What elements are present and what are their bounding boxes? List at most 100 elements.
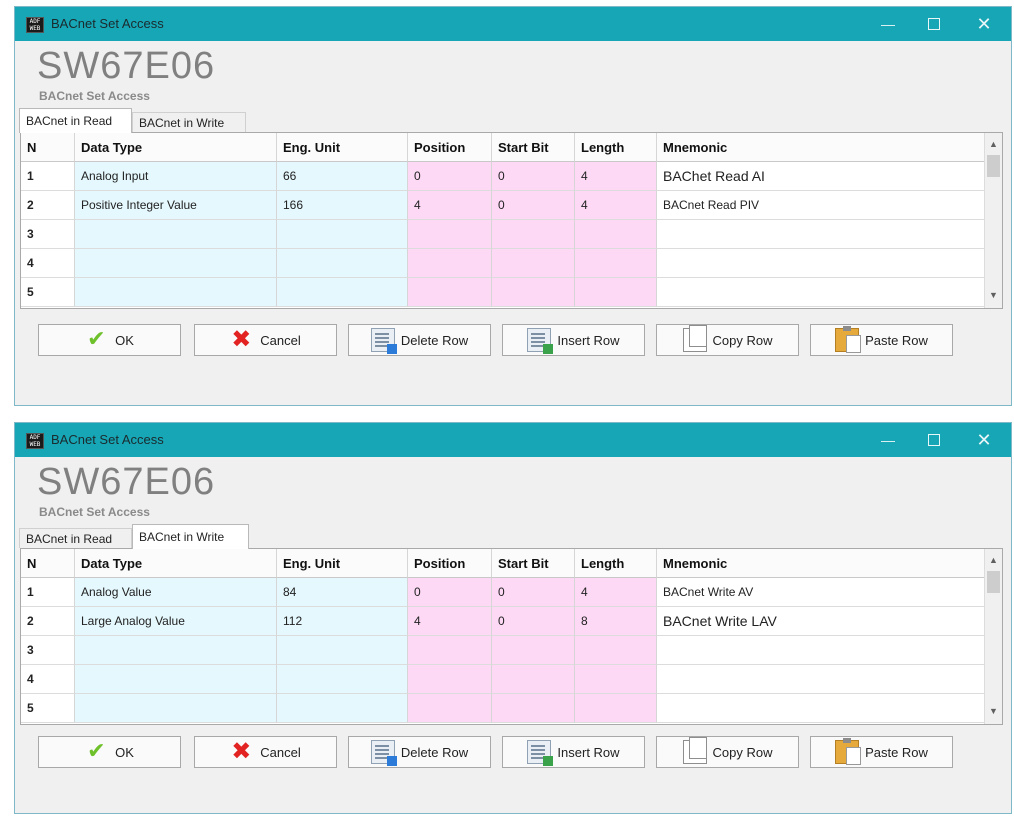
insert-row-button[interactable]: Insert Row — [502, 324, 645, 356]
cell-col-data-type[interactable]: Analog Value — [75, 578, 277, 607]
close-icon[interactable]: ✕ — [961, 7, 1007, 41]
vertical-scrollbar[interactable]: ▲ ▼ — [984, 133, 1002, 308]
header-col-mnemonic[interactable]: Mnemonic — [657, 549, 987, 578]
title-bar[interactable]: ADF WEB BACnet Set Access — ✕ — [15, 7, 1011, 41]
cell-col-eng-unit[interactable] — [277, 278, 408, 307]
cell-col-length[interactable] — [575, 249, 657, 278]
cell-col-eng-unit[interactable]: 66 — [277, 162, 408, 191]
tab-bacnet-in-read[interactable]: BACnet in Read — [19, 528, 132, 548]
cancel-button[interactable]: Cancel — [194, 324, 337, 356]
insert-row-button[interactable]: Insert Row — [502, 736, 645, 768]
cell-col-length[interactable] — [575, 694, 657, 723]
cell-col-position[interactable]: 4 — [408, 607, 492, 636]
cell-col-data-type[interactable] — [75, 220, 277, 249]
cell-col-position[interactable]: 0 — [408, 162, 492, 191]
copy-row-button[interactable]: Copy Row — [656, 736, 799, 768]
cell-col-length[interactable] — [575, 665, 657, 694]
cell-col-data-type[interactable] — [75, 694, 277, 723]
cancel-button[interactable]: Cancel — [194, 736, 337, 768]
cell-col-position[interactable] — [408, 694, 492, 723]
cell-col-eng-unit[interactable] — [277, 636, 408, 665]
cell-col-length[interactable]: 4 — [575, 578, 657, 607]
cell-col-eng-unit[interactable] — [277, 694, 408, 723]
cell-col-position[interactable] — [408, 665, 492, 694]
header-col-length[interactable]: Length — [575, 133, 657, 162]
scroll-thumb[interactable] — [987, 571, 1000, 593]
header-col-eng-unit[interactable]: Eng. Unit — [277, 549, 408, 578]
scroll-down-icon[interactable]: ▼ — [985, 703, 1002, 720]
cell-col-start-bit[interactable] — [492, 665, 575, 694]
header-col-n[interactable]: N — [21, 549, 75, 578]
cell-col-position[interactable]: 0 — [408, 578, 492, 607]
delete-row-button[interactable]: Delete Row — [348, 736, 491, 768]
cell-col-data-type[interactable]: Large Analog Value — [75, 607, 277, 636]
cell-col-mnemonic[interactable] — [657, 249, 987, 278]
header-col-position[interactable]: Position — [408, 549, 492, 578]
header-col-eng-unit[interactable]: Eng. Unit — [277, 133, 408, 162]
scroll-down-icon[interactable]: ▼ — [985, 287, 1002, 304]
header-col-start-bit[interactable]: Start Bit — [492, 133, 575, 162]
tab-bacnet-in-write[interactable]: BACnet in Write — [132, 112, 246, 132]
cell-col-eng-unit[interactable] — [277, 220, 408, 249]
cell-col-start-bit[interactable] — [492, 249, 575, 278]
cell-col-start-bit[interactable] — [492, 636, 575, 665]
cell-col-position[interactable] — [408, 249, 492, 278]
header-col-start-bit[interactable]: Start Bit — [492, 549, 575, 578]
cell-col-position[interactable] — [408, 278, 492, 307]
cell-col-mnemonic[interactable] — [657, 278, 987, 307]
cell-col-start-bit[interactable] — [492, 278, 575, 307]
header-col-length[interactable]: Length — [575, 549, 657, 578]
title-bar[interactable]: ADF WEB BACnet Set Access — ✕ — [15, 423, 1011, 457]
ok-button[interactable]: OK — [38, 736, 181, 768]
cell-col-eng-unit[interactable]: 84 — [277, 578, 408, 607]
tab-bacnet-in-write[interactable]: BACnet in Write — [132, 524, 249, 549]
cell-col-mnemonic[interactable] — [657, 694, 987, 723]
scroll-up-icon[interactable]: ▲ — [985, 552, 1002, 569]
header-col-position[interactable]: Position — [408, 133, 492, 162]
ok-button[interactable]: OK — [38, 324, 181, 356]
close-icon[interactable]: ✕ — [961, 423, 1007, 457]
cell-col-data-type[interactable]: Analog Input — [75, 162, 277, 191]
copy-row-button[interactable]: Copy Row — [656, 324, 799, 356]
scroll-up-icon[interactable]: ▲ — [985, 136, 1002, 153]
header-col-data-type[interactable]: Data Type — [75, 133, 277, 162]
cell-col-start-bit[interactable] — [492, 220, 575, 249]
cell-col-position[interactable]: 4 — [408, 191, 492, 220]
maximize-icon[interactable] — [911, 423, 957, 457]
cell-col-data-type[interactable] — [75, 249, 277, 278]
header-col-n[interactable]: N — [21, 133, 75, 162]
minimize-icon[interactable]: — — [865, 423, 911, 457]
cell-col-mnemonic[interactable] — [657, 665, 987, 694]
cell-col-position[interactable] — [408, 636, 492, 665]
cell-col-start-bit[interactable]: 0 — [492, 607, 575, 636]
cell-col-mnemonic[interactable] — [657, 220, 987, 249]
cell-col-eng-unit[interactable]: 112 — [277, 607, 408, 636]
cell-col-length[interactable] — [575, 220, 657, 249]
cell-col-start-bit[interactable] — [492, 694, 575, 723]
header-col-data-type[interactable]: Data Type — [75, 549, 277, 578]
vertical-scrollbar[interactable]: ▲ ▼ — [984, 549, 1002, 724]
cell-col-length[interactable] — [575, 278, 657, 307]
header-col-mnemonic[interactable]: Mnemonic — [657, 133, 987, 162]
minimize-icon[interactable]: — — [865, 7, 911, 41]
cell-col-length[interactable]: 8 — [575, 607, 657, 636]
maximize-icon[interactable] — [911, 7, 957, 41]
cell-col-data-type[interactable] — [75, 636, 277, 665]
cell-col-mnemonic[interactable]: BAChet Read AI — [657, 162, 987, 191]
cell-col-eng-unit[interactable] — [277, 249, 408, 278]
tab-bacnet-in-read[interactable]: BACnet in Read — [19, 108, 132, 133]
cell-col-mnemonic[interactable]: BACnet Write AV — [657, 578, 987, 607]
cell-col-length[interactable]: 4 — [575, 162, 657, 191]
cell-col-length[interactable]: 4 — [575, 191, 657, 220]
cell-col-start-bit[interactable]: 0 — [492, 162, 575, 191]
cell-col-mnemonic[interactable] — [657, 636, 987, 665]
cell-col-data-type[interactable] — [75, 665, 277, 694]
cell-col-position[interactable] — [408, 220, 492, 249]
cell-col-mnemonic[interactable]: BACnet Read PIV — [657, 191, 987, 220]
scroll-thumb[interactable] — [987, 155, 1000, 177]
paste-row-button[interactable]: Paste Row — [810, 736, 953, 768]
cell-col-eng-unit[interactable]: 166 — [277, 191, 408, 220]
cell-col-data-type[interactable] — [75, 278, 277, 307]
delete-row-button[interactable]: Delete Row — [348, 324, 491, 356]
cell-col-data-type[interactable]: Positive Integer Value — [75, 191, 277, 220]
